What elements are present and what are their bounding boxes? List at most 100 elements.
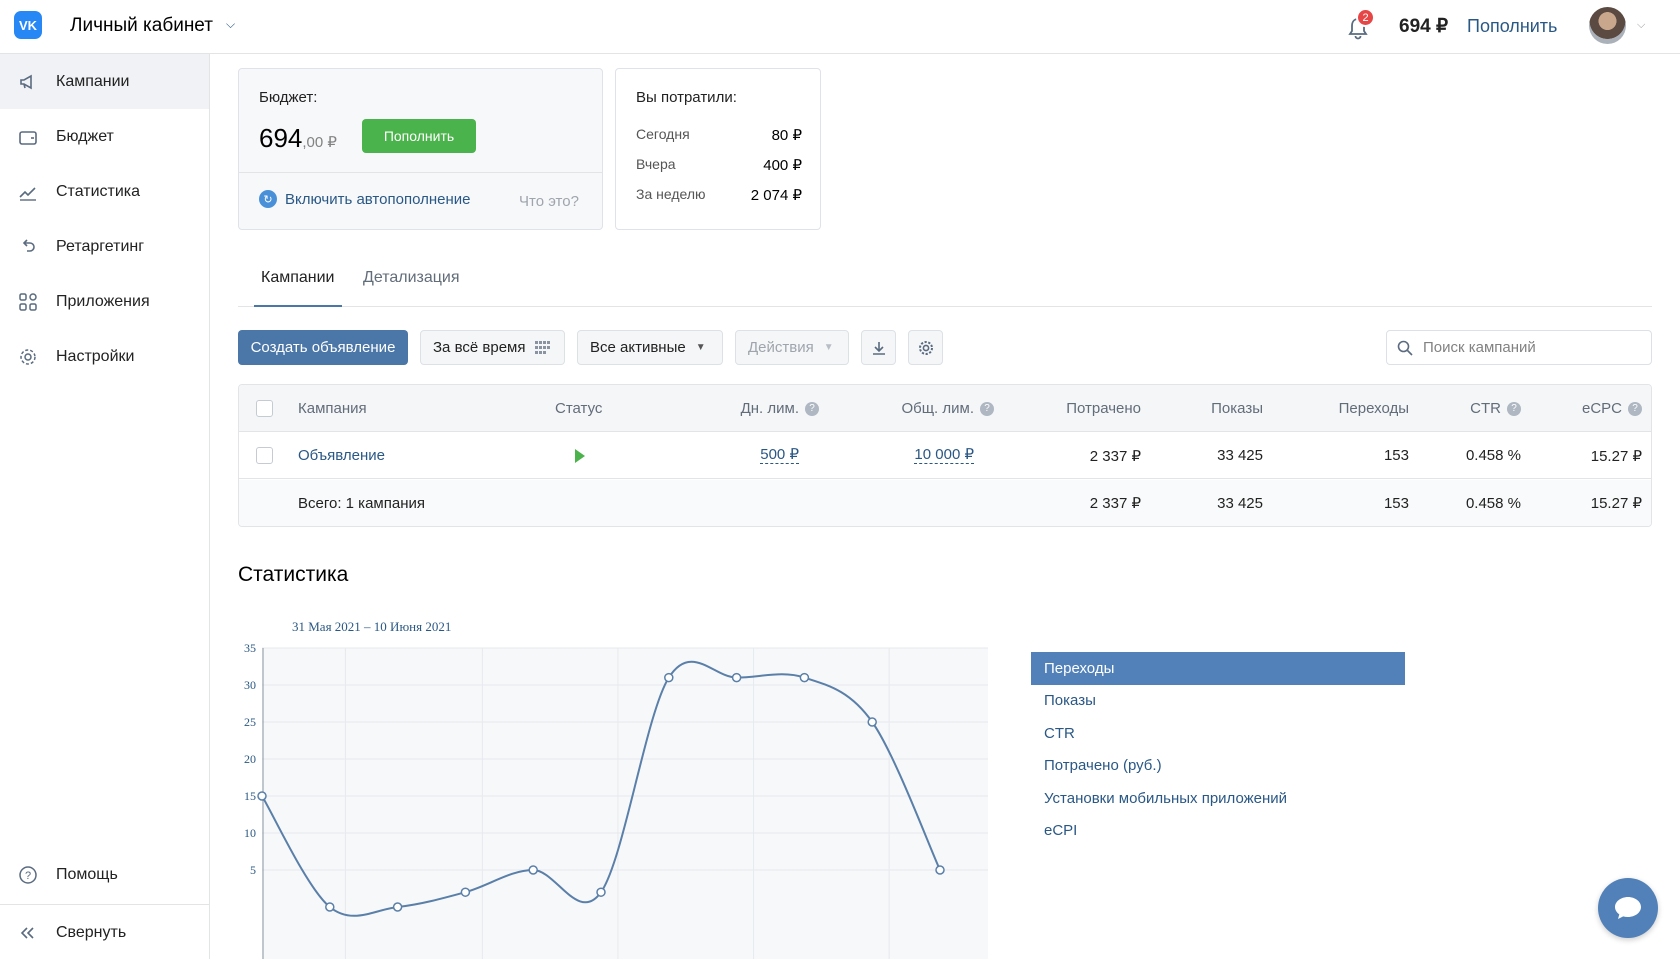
legend-item-clicks[interactable]: Переходы: [1031, 652, 1405, 685]
chart-data-point[interactable]: [257, 791, 267, 801]
sidebar-item-label: Статистика: [56, 182, 141, 200]
table-row: Объявление 500 ₽ 10 000 ₽ 2 337 ₽ 33 425…: [239, 432, 1651, 479]
svg-text:?: ?: [25, 870, 31, 882]
status-filter-label: Все активные: [590, 339, 686, 356]
what-is-link[interactable]: Что это?: [519, 193, 579, 210]
chart-data-point[interactable]: [664, 672, 674, 683]
autotopup-label: Включить автопополнение: [285, 190, 471, 208]
spent-card: Вы потратили: Сегодня 80 ₽ Вчера 400 ₽ З…: [615, 68, 821, 230]
spent-row-value: 80 ₽: [771, 127, 802, 144]
legend-item-impressions[interactable]: Показы: [1031, 685, 1405, 718]
question-icon[interactable]: ?: [805, 401, 819, 416]
refresh-icon: ↻: [259, 190, 277, 208]
budget-amount: 694,00 ₽: [259, 123, 337, 154]
chart-data-point[interactable]: [799, 672, 810, 683]
legend-item-spent[interactable]: Потрачено (руб.): [1031, 750, 1405, 783]
chart-data-point[interactable]: [325, 902, 335, 912]
calendar-grid-icon: [535, 340, 551, 354]
header-total-limit[interactable]: Общ. лим.?: [839, 385, 994, 432]
question-icon[interactable]: ?: [1507, 401, 1521, 416]
chart-data-point[interactable]: [935, 865, 945, 875]
sidebar-item-budget[interactable]: Бюджет: [0, 109, 209, 164]
chart-y-tick-label: 35: [244, 641, 256, 655]
tab-details[interactable]: Детализация: [356, 269, 467, 307]
daily-limit-value[interactable]: 500 ₽: [760, 447, 799, 464]
chart-y-tick-label: 25: [244, 715, 256, 729]
period-select[interactable]: За всё время: [420, 330, 565, 365]
sidebar-item-statistics[interactable]: Статистика: [0, 164, 209, 219]
header-campaign[interactable]: Кампания: [298, 385, 367, 432]
apps-grid-icon: [18, 292, 38, 312]
row-checkbox[interactable]: [256, 447, 273, 464]
header-clicks[interactable]: Переходы: [1279, 385, 1409, 432]
sidebar-item-retargeting[interactable]: Ретаргетинг: [0, 219, 209, 274]
chart-data-point[interactable]: [528, 865, 538, 875]
legend-item-ctr[interactable]: CTR: [1031, 717, 1405, 750]
vk-logo-icon[interactable]: VK: [14, 11, 42, 39]
status-filter-select[interactable]: Все активные ▼: [577, 330, 723, 365]
header-spent[interactable]: Потрачено: [1019, 385, 1141, 432]
settings-button[interactable]: [908, 330, 943, 365]
header-status[interactable]: Статус: [555, 385, 602, 432]
actions-select[interactable]: Действия ▼: [735, 330, 849, 365]
autotopup-link[interactable]: ↻ Включить автопополнение: [259, 190, 470, 208]
chevron-down-icon[interactable]: ⌵: [1637, 19, 1645, 32]
chevron-down-icon[interactable]: ⌵: [226, 17, 235, 32]
select-all-checkbox[interactable]: [256, 400, 273, 417]
total-limit-value[interactable]: 10 000 ₽: [914, 447, 974, 464]
select-all-cell: [256, 385, 273, 432]
spent-row-label: Сегодня: [636, 126, 690, 142]
chart-data-point[interactable]: [731, 672, 742, 683]
spent-row-yesterday: Вчера 400 ₽: [636, 156, 802, 174]
clicks-line-chart: 35 30 25 20 15 10 5: [244, 641, 988, 959]
total-limit-cell: 10 000 ₽: [839, 432, 974, 479]
double-chevron-left-icon: [18, 923, 38, 943]
header-ctr[interactable]: CTR?: [1429, 385, 1521, 432]
megaphone-icon: [18, 72, 38, 92]
header-daily-limit[interactable]: Дн. лим.?: [669, 385, 819, 432]
topup-link[interactable]: Пополнить: [1467, 16, 1557, 37]
table-header-row: Кампания Статус Дн. лим.? Общ. лим.? Пот…: [239, 385, 1651, 432]
budget-amount-frac: ,00 ₽: [302, 134, 337, 151]
header-ecpc[interactable]: eCPC?: [1539, 385, 1642, 432]
caret-down-icon: ▼: [823, 342, 834, 353]
chart-data-point[interactable]: [867, 717, 877, 727]
search-input[interactable]: [1423, 339, 1633, 356]
question-icon[interactable]: ?: [980, 401, 994, 416]
sidebar-item-help[interactable]: ? Помощь: [0, 847, 209, 902]
chart-data-point[interactable]: [392, 902, 403, 912]
budget-divider: [239, 172, 602, 173]
question-icon[interactable]: ?: [1628, 401, 1642, 416]
chart-y-tick-label: 30: [244, 678, 256, 692]
sidebar-item-apps[interactable]: Приложения: [0, 274, 209, 329]
budget-topup-button[interactable]: Пополнить: [362, 119, 476, 153]
create-ad-button[interactable]: Создать объявление: [238, 330, 408, 365]
chart-data-point[interactable]: [596, 887, 606, 897]
ecpc-cell: 15.27 ₽: [1590, 447, 1642, 465]
total-clicks: 153: [1383, 494, 1409, 512]
search-icon: [1397, 340, 1413, 356]
avatar[interactable]: [1589, 7, 1626, 44]
sidebar-item-label: Ретаргетинг: [56, 237, 145, 255]
help-icon: ?: [18, 865, 38, 885]
tab-campaigns[interactable]: Кампании: [254, 269, 342, 307]
chat-button[interactable]: [1598, 878, 1658, 938]
campaign-search[interactable]: [1386, 330, 1652, 365]
header-impressions[interactable]: Показы: [1159, 385, 1263, 432]
download-button[interactable]: [861, 330, 896, 365]
download-icon: [872, 341, 885, 355]
play-icon[interactable]: [575, 448, 585, 463]
legend-item-ecpi[interactable]: eCPI: [1031, 815, 1405, 848]
spent-row-value: 2 074 ₽: [750, 187, 802, 204]
header-label: CTR: [1470, 400, 1501, 417]
page-title[interactable]: Личный кабинет: [70, 15, 213, 37]
tabs: Кампании Детализация: [238, 260, 1652, 307]
sidebar-collapse[interactable]: Свернуть: [0, 905, 209, 960]
sidebar-item-settings[interactable]: Настройки: [0, 329, 209, 384]
spent-row-value: 400 ₽: [763, 157, 802, 174]
chart-data-point[interactable]: [460, 887, 471, 897]
campaign-name-link[interactable]: Объявление: [298, 432, 385, 479]
sidebar-item-campaigns[interactable]: Кампании: [0, 54, 209, 109]
legend-item-app-installs[interactable]: Установки мобильных приложений: [1031, 782, 1405, 815]
header-label: eCPC: [1581, 400, 1622, 417]
